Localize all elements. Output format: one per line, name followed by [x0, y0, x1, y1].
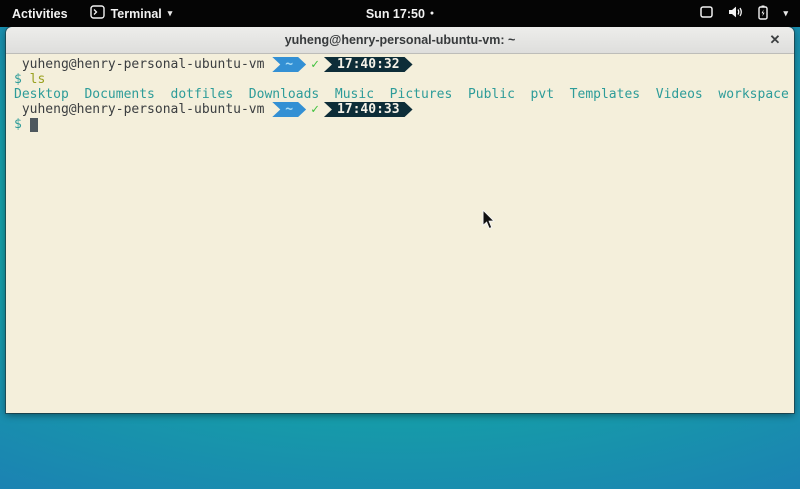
screen-icon	[699, 5, 714, 22]
prompt-line-1: yuheng@henry-personal-ubuntu-vm ~ ✓ 17:4…	[14, 57, 790, 72]
notification-dot-icon: ●	[430, 10, 434, 17]
ls-output-row: Desktop Documents dotfiles Downloads Music Pi…	[14, 87, 790, 102]
directory-name: Pictures	[390, 87, 453, 102]
top-bar: Activities Terminal ▾ Sun 17:50 ●	[0, 0, 800, 27]
typed-command: ls	[30, 72, 46, 87]
clock-label[interactable]: Sun 17:50	[366, 7, 425, 21]
terminal-window: yuheng@henry-personal-ubuntu-vm: ~ ✕ yuh…	[6, 27, 794, 413]
directory-name: pvt	[531, 87, 554, 102]
prompt-line-2: yuheng@henry-personal-ubuntu-vm ~ ✓ 17:4…	[14, 102, 790, 117]
directory-name: workspace	[718, 87, 788, 102]
activities-button[interactable]: Activities	[0, 0, 80, 27]
app-menu-button[interactable]: Terminal ▾	[80, 0, 183, 27]
terminal-content[interactable]: yuheng@henry-personal-ubuntu-vm ~ ✓ 17:4…	[6, 54, 794, 413]
prompt-status-check-icon: ✓	[311, 102, 319, 117]
system-menu-chevron-icon: ▾	[783, 8, 788, 19]
directory-name: Public	[468, 87, 515, 102]
window-titlebar[interactable]: yuheng@henry-personal-ubuntu-vm: ~ ✕	[6, 27, 794, 54]
directory-name: Videos	[656, 87, 703, 102]
app-menu-chevron-icon: ▾	[168, 8, 173, 19]
terminal-app-icon	[90, 5, 105, 22]
prompt-user-host: yuheng@henry-personal-ubuntu-vm	[14, 102, 272, 117]
directory-name: dotfiles	[171, 87, 234, 102]
prompt-dollar-symbol: $	[14, 72, 22, 87]
directory-name: Templates	[570, 87, 640, 102]
prompt-user-host: yuheng@henry-personal-ubuntu-vm	[14, 57, 272, 72]
prompt-dollar-symbol: $	[14, 117, 22, 132]
prompt-time-segment: 17:40:32	[324, 57, 413, 72]
window-title: yuheng@henry-personal-ubuntu-vm: ~	[285, 33, 516, 47]
terminal-cursor	[30, 118, 38, 132]
directory-name: Music	[335, 87, 374, 102]
prompt-cwd-segment: ~	[272, 57, 306, 72]
command-line-ls: $ ls	[14, 72, 790, 87]
directory-name: Downloads	[249, 87, 319, 102]
directory-name: Documents	[84, 87, 154, 102]
battery-charging-icon	[756, 5, 770, 23]
prompt-cwd-segment: ~	[272, 102, 306, 117]
prompt-time-segment: 17:40:33	[324, 102, 413, 117]
close-button[interactable]: ✕	[765, 30, 785, 50]
volume-icon	[727, 5, 743, 22]
app-menu-label: Terminal	[111, 7, 162, 21]
directory-name: Desktop	[14, 87, 69, 102]
system-status-area[interactable]: ▾	[699, 0, 800, 27]
current-input-line[interactable]: $	[14, 117, 790, 132]
prompt-status-check-icon: ✓	[311, 57, 319, 72]
